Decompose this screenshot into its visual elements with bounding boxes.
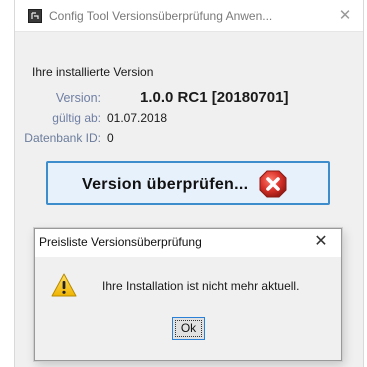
installed-version-heading: Ihre installierte Version [32,65,154,79]
warning-icon [51,273,77,297]
title-bar: Config Tool Versionsüberprüfung Anwen...… [15,0,363,32]
outdated-version-dialog: Preisliste Versionsüberprüfung ✕ Ihre In… [34,228,342,361]
ok-button[interactable]: Ok [172,317,205,340]
version-value: 1.0.0 RC1 [20180701] [140,89,289,106]
dialog-title-bar: Preisliste Versionsüberprüfung ✕ [35,229,341,257]
database-id-label: Datenbank ID: [24,131,101,145]
valid-from-label: gültig ab: [52,111,101,125]
version-label: Version: [55,91,101,105]
app-logo-icon [28,9,42,23]
window-title: Config Tool Versionsüberprüfung Anwen... [49,9,273,23]
check-version-button[interactable]: Version überprüfen... [46,161,330,205]
error-x-icon [258,169,288,199]
dialog-title: Preisliste Versionsüberprüfung [39,235,202,249]
database-id-value: 0 [107,131,114,145]
valid-from-value: 01.07.2018 [107,111,168,125]
close-window-button[interactable]: ✕ [335,6,355,26]
dialog-message: Ihre Installation ist nicht mehr aktuell… [102,279,300,293]
check-version-label: Version überprüfen... [82,176,249,193]
dialog-close-button[interactable]: ✕ [311,232,331,252]
